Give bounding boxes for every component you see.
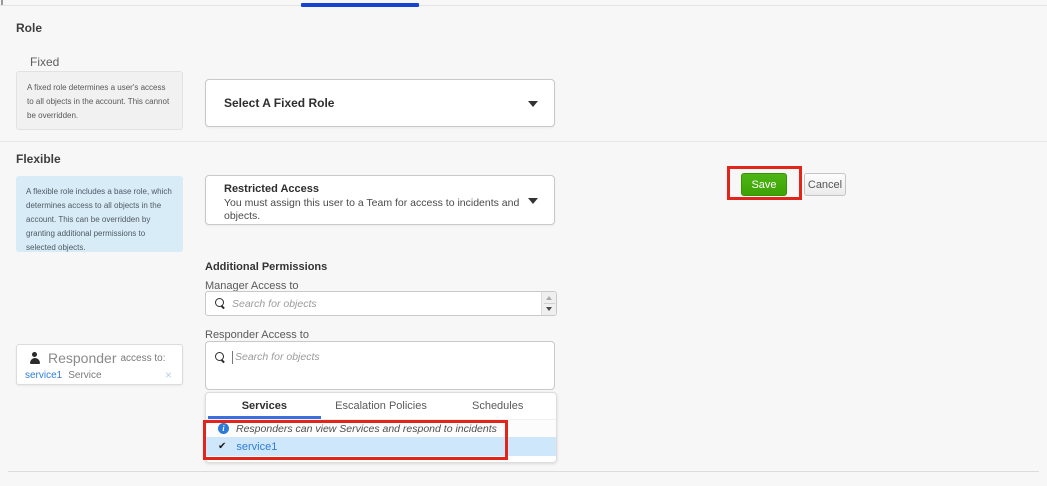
top-divider	[0, 5, 1047, 6]
flexible-role-dropdown[interactable]: Restricted Access You must assign this u…	[205, 175, 555, 225]
fixed-role-description: A fixed role determines a user's access …	[16, 71, 183, 130]
spinner-down-icon[interactable]	[546, 307, 552, 311]
tab-services[interactable]: Services	[206, 393, 323, 419]
flexible-label: Flexible	[16, 152, 61, 166]
tab-schedules[interactable]: Schedules	[439, 393, 556, 419]
person-icon	[29, 352, 40, 364]
manager-access-search-input[interactable]: Search for objects	[205, 291, 557, 316]
flexible-role-dropdown-title: Restricted Access	[224, 183, 554, 197]
save-button[interactable]: Save	[741, 173, 787, 196]
fixed-label: Fixed	[30, 55, 59, 69]
responder-access-chip: Responder access to: service1 Service ×	[16, 344, 183, 385]
text-cursor	[232, 351, 233, 364]
chip-object-link[interactable]: service1	[25, 370, 62, 381]
chip-role-label: Responder	[48, 350, 117, 366]
search-icon	[215, 298, 226, 309]
additional-permissions-title: Additional Permissions	[205, 261, 327, 273]
input-spinner[interactable]	[541, 292, 556, 315]
bottom-divider	[8, 471, 1039, 472]
search-icon	[215, 352, 226, 363]
fixed-role-dropdown[interactable]: Select A Fixed Role	[205, 79, 555, 127]
cancel-button[interactable]: Cancel	[804, 173, 846, 196]
fixed-role-dropdown-label: Select A Fixed Role	[224, 96, 334, 110]
chevron-down-icon	[528, 101, 538, 107]
section-divider	[0, 141, 1047, 142]
results-annotation-rectangle	[203, 420, 508, 460]
manager-search-placeholder: Search for objects	[232, 298, 317, 310]
responder-access-label: Responder Access to	[205, 329, 309, 341]
results-tab-bar: Services Escalation Policies Schedules	[206, 393, 556, 420]
role-section-title: Role	[16, 21, 42, 35]
tab-escalation-policies[interactable]: Escalation Policies	[323, 393, 440, 419]
spinner-up-icon[interactable]	[546, 296, 552, 300]
chevron-down-icon	[528, 198, 538, 204]
flexible-role-description: A flexible role includes a base role, wh…	[16, 176, 183, 252]
responder-search-placeholder: Search for objects	[235, 351, 320, 363]
responder-access-search-input[interactable]: Search for objects	[205, 341, 555, 390]
chip-object-type: Service	[68, 370, 101, 381]
active-tab-indicator	[301, 3, 419, 7]
chip-suffix-label: access to:	[121, 353, 166, 364]
close-icon[interactable]: ×	[165, 369, 174, 381]
flexible-role-dropdown-subtitle: You must assign this user to a Team for …	[224, 197, 524, 223]
